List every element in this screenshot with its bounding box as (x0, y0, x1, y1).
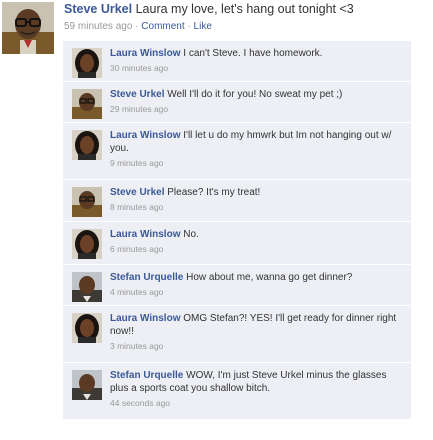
like-link[interactable]: Like (194, 21, 212, 32)
comment-text: How about me, wanna go get dinner? (186, 272, 353, 283)
comment-item: Stefan Urquelle WOW, I'm just Steve Urke… (63, 363, 411, 420)
comment-item: Laura Winslow No. 6 minutes ago (63, 222, 411, 265)
comment-author-link[interactable]: Stefan Urquelle (110, 370, 183, 381)
comment-item: Laura Winslow OMG Stefan?! YES! I'll get… (63, 306, 411, 363)
comment-author-link[interactable]: Steve Urkel (110, 89, 164, 100)
comment-text: Please? It's my treat! (167, 187, 261, 198)
comment-author-link[interactable]: Laura Winslow (110, 313, 180, 324)
laura-winslow-avatar-icon[interactable] (72, 313, 102, 343)
comment-link[interactable]: Comment (141, 21, 184, 32)
comment-author-link[interactable]: Laura Winslow (110, 229, 180, 240)
comment-text: Well I'll do it for you! No sweat my pet… (167, 89, 343, 100)
comment-timestamp: 44 seconds ago (110, 398, 171, 408)
comment-timestamp: 8 minutes ago (110, 202, 164, 212)
comment-timestamp: 29 minutes ago (110, 104, 169, 114)
status-post: Steve Urkel Laura my love, let's hang ou… (0, 0, 433, 54)
comment-timestamp: 3 minutes ago (110, 341, 164, 351)
comment-timestamp: 6 minutes ago (110, 244, 164, 254)
stefan-urquelle-avatar-icon[interactable] (72, 370, 102, 400)
comment-timestamp: 30 minutes ago (110, 63, 169, 73)
comment-text: No. (183, 229, 199, 240)
comment-author-link[interactable]: Stefan Urquelle (110, 272, 183, 283)
comment-item: Stefan Urquelle How about me, wanna go g… (63, 265, 411, 306)
comment-text: I can't Steve. I have homework. (183, 48, 323, 59)
post-meta: 59 minutes ago · Comment · Like (64, 20, 430, 33)
post-message: Laura my love, let's hang out tonight <3 (135, 2, 354, 16)
comment-author-link[interactable]: Steve Urkel (110, 187, 164, 198)
steve-urkel-avatar-icon[interactable] (2, 2, 54, 54)
laura-winslow-avatar-icon[interactable] (72, 130, 102, 160)
comment-item: Laura Winslow I can't Steve. I have home… (63, 41, 411, 82)
post-author-link[interactable]: Steve Urkel (64, 2, 132, 16)
comment-timestamp: 4 minutes ago (110, 287, 164, 297)
comment-item: Laura Winslow I'll let u do my hmwrk but… (63, 123, 411, 180)
steve-urkel-avatar-icon[interactable] (72, 89, 102, 119)
stefan-urquelle-avatar-icon[interactable] (72, 272, 102, 302)
comment-item: Steve Urkel Well I'll do it for you! No … (63, 82, 411, 123)
post-timestamp: 59 minutes ago (64, 21, 133, 32)
laura-winslow-avatar-icon[interactable] (72, 229, 102, 259)
meta-separator: · (184, 21, 194, 32)
comment-author-link[interactable]: Laura Winslow (110, 130, 180, 141)
comment-timestamp: 9 minutes ago (110, 158, 164, 168)
comment-item: Steve Urkel Please? It's my treat! 8 min… (63, 180, 411, 222)
laura-winslow-avatar-icon[interactable] (72, 48, 102, 78)
comment-author-link[interactable]: Laura Winslow (110, 48, 180, 59)
steve-urkel-avatar-icon[interactable] (72, 187, 102, 217)
meta-separator: · (132, 21, 142, 32)
